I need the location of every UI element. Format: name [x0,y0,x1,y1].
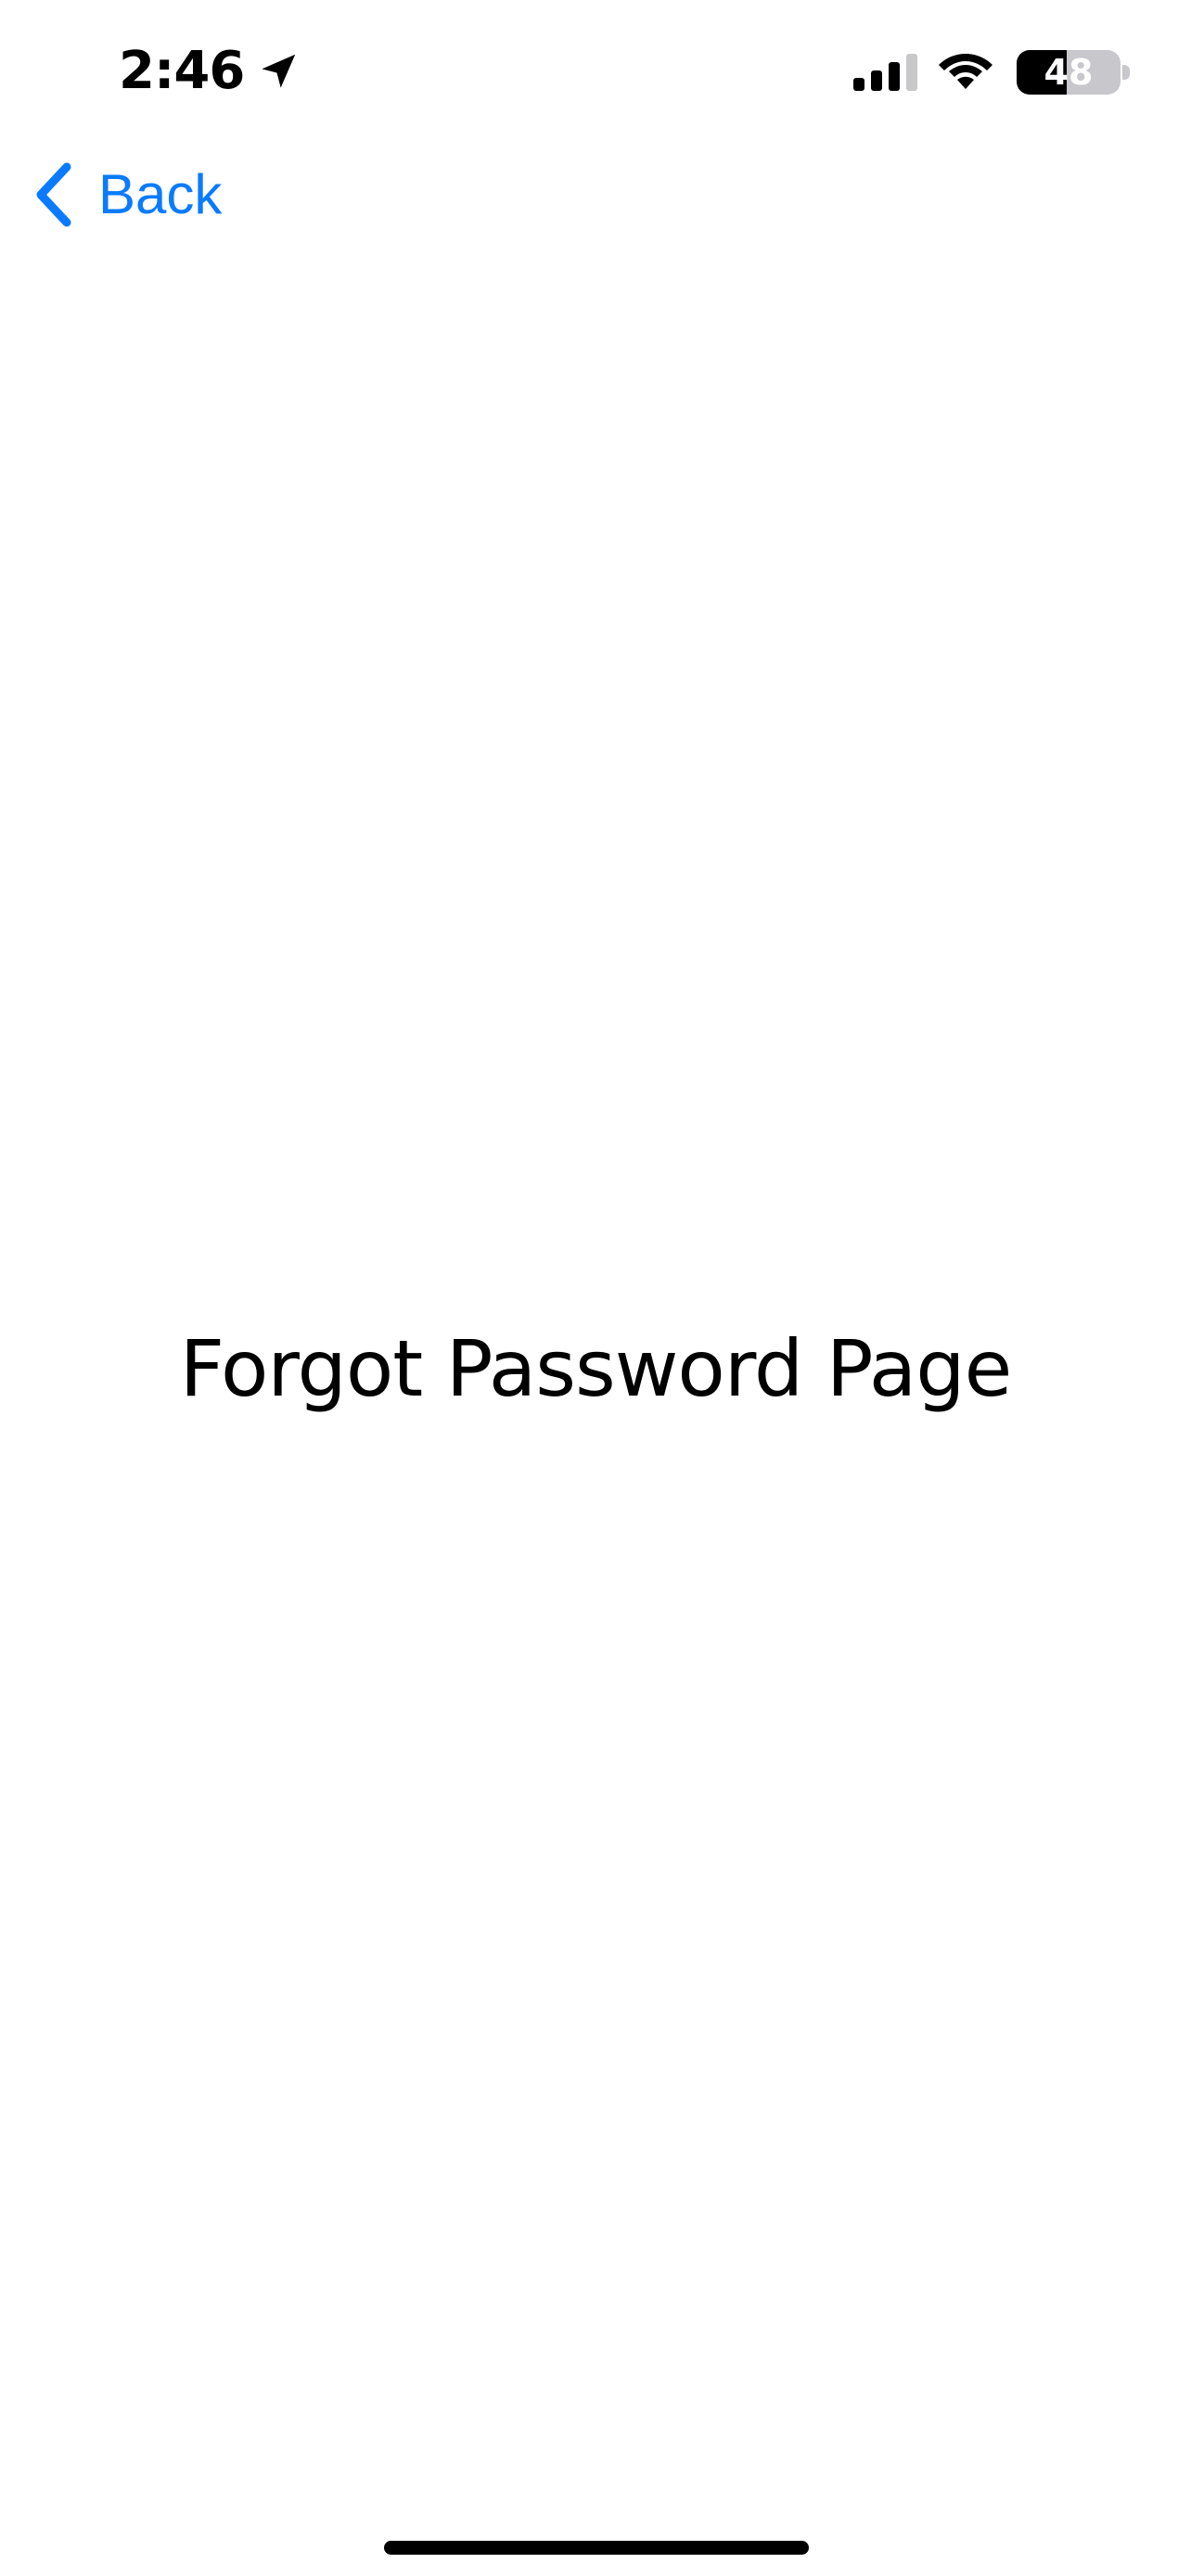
battery-level: 48 [1044,52,1094,93]
status-bar: 2:46 48 [0,0,1191,139]
back-button[interactable]: Back [33,154,222,236]
location-arrow-icon [257,50,300,93]
home-indicator[interactable] [384,2541,809,2555]
battery-icon: 48 [1017,50,1130,95]
wifi-icon [937,48,994,96]
chevron-left-icon [33,161,74,228]
cellular-signal-icon [853,52,918,96]
status-time: 2:46 [119,35,300,108]
battery-cap [1122,65,1130,80]
back-button-label: Back [98,163,223,225]
status-time-text: 2:46 [119,41,245,101]
page-title: Forgot Password Page [179,1323,1013,1414]
battery-body: 48 [1017,50,1121,95]
